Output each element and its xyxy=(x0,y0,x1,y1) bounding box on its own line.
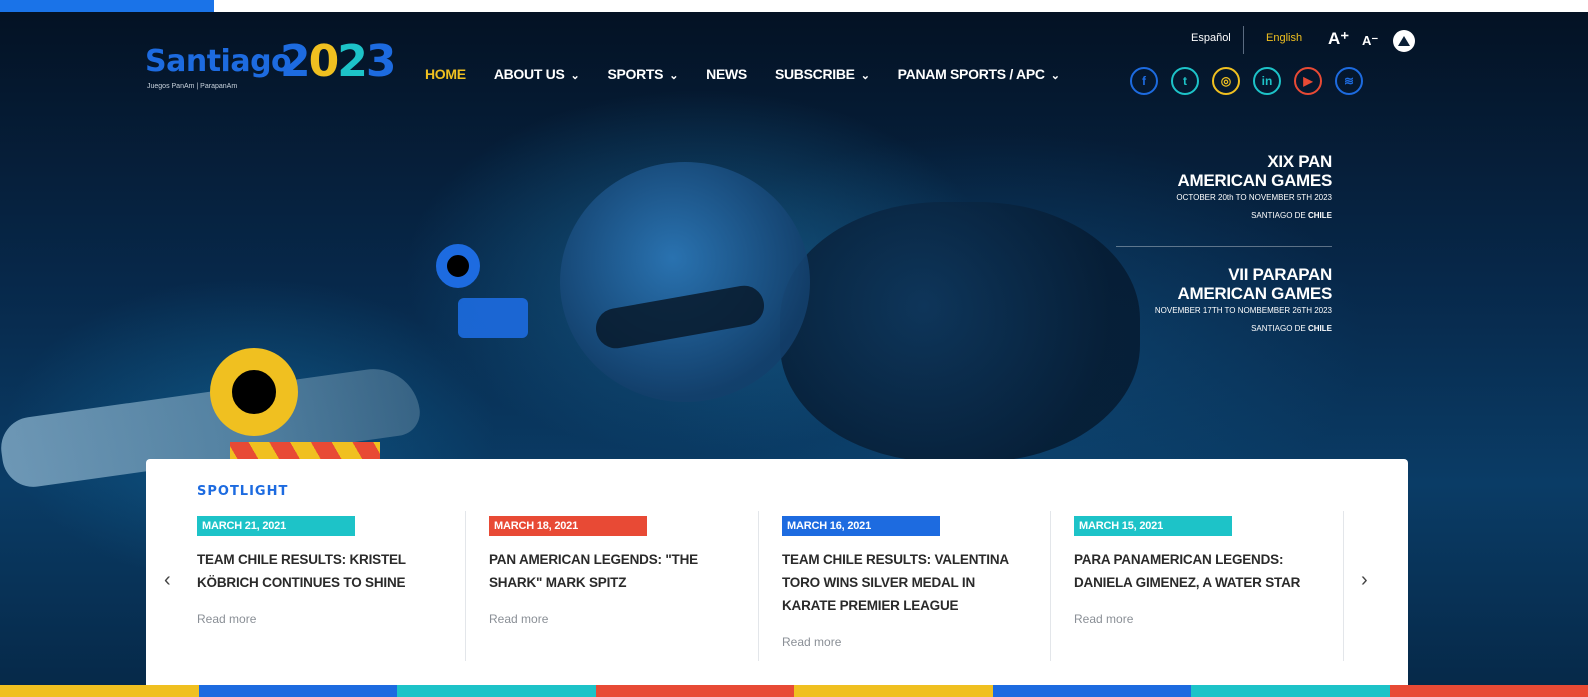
linkedin-icon[interactable]: in xyxy=(1253,67,1281,95)
santiago-2023-logo[interactable]: Santiago 2023 Juegos PanAm | ParapanAm xyxy=(145,36,400,102)
logo-digit: 2 xyxy=(337,36,368,87)
color-stripe xyxy=(595,685,794,697)
color-stripe xyxy=(992,685,1191,697)
color-stripe xyxy=(1191,685,1390,697)
news-card[interactable]: MARCH 15, 2021 PARA PANAMERICAN LEGENDS:… xyxy=(1074,516,1324,666)
read-more-link[interactable]: Read more xyxy=(782,635,1032,649)
event-place: SANTIAGO DE CHILE xyxy=(1176,210,1332,222)
chevron-down-icon: ⌄ xyxy=(669,70,679,82)
increase-font-button[interactable]: A⁺ xyxy=(1328,29,1349,49)
twitter-icon[interactable]: t xyxy=(1171,67,1199,95)
logo-word: Santiago xyxy=(145,44,292,79)
facebook-icon[interactable]: f xyxy=(1130,67,1158,95)
nav-item-home[interactable]: HOME xyxy=(425,66,466,82)
logo-digit: 0 xyxy=(308,36,340,87)
logo-tagline: Juegos PanAm | ParapanAm xyxy=(147,83,238,90)
read-more-link[interactable]: Read more xyxy=(489,612,739,626)
language-divider xyxy=(1243,26,1244,54)
top-accent-bar xyxy=(0,0,1588,12)
chevron-down-icon: ⌄ xyxy=(1050,70,1060,82)
event-title-line1: VII PARAPAN xyxy=(1228,265,1332,284)
event-title-line2: AMERICAN GAMES xyxy=(1177,284,1333,303)
parapan-american-games-info: VII PARAPAN AMERICAN GAMES NOVEMBER 17TH… xyxy=(1155,265,1332,335)
event-dates: OCTOBER 20th TO NOVEMBER 5TH 2023 xyxy=(1176,193,1332,202)
swimmer-head xyxy=(560,162,810,402)
logo-digit: 3 xyxy=(365,36,397,87)
site-header: Santiago 2023 Juegos PanAm | ParapanAm H… xyxy=(0,12,1588,112)
card-divider xyxy=(1050,511,1051,661)
nav-item-label: ABOUT US xyxy=(493,66,565,82)
pan-american-games-info: XIX PAN AMERICAN GAMES OCTOBER 20th TO N… xyxy=(1176,152,1332,222)
card-divider xyxy=(465,511,466,661)
color-stripe xyxy=(198,685,397,697)
nav-item-label: SPORTS xyxy=(607,66,664,82)
spotlight-section: SPOTLIGHT ‹ › MARCH 21, 2021 TEAM CHILE … xyxy=(146,459,1408,697)
date-badge: MARCH 21, 2021 xyxy=(197,516,355,536)
language-english-link[interactable]: English xyxy=(1266,32,1302,44)
instagram-icon[interactable]: ◎ xyxy=(1212,67,1240,95)
event-title-line1: XIX PAN xyxy=(1267,152,1332,171)
social-links: f t ◎ in ▶ ≋ xyxy=(1130,67,1376,95)
nav-item-news[interactable]: NEWS xyxy=(706,66,747,82)
event-title-line2: AMERICAN GAMES xyxy=(1177,171,1333,190)
youtube-icon[interactable]: ▶ xyxy=(1294,67,1322,95)
decorative-yellow-ring xyxy=(210,348,298,436)
color-stripe xyxy=(397,685,596,697)
color-stripe xyxy=(0,685,199,697)
nav-item-sports[interactable]: SPORTS ⌄ xyxy=(607,66,678,82)
news-title[interactable]: TEAM CHILE RESULTS: VALENTINA TORO WINS … xyxy=(782,548,1017,617)
top-accent-blue xyxy=(0,0,214,12)
bottom-color-stripes xyxy=(0,685,1588,697)
event-place-country: CHILE xyxy=(1308,324,1332,333)
news-card[interactable]: MARCH 16, 2021 TEAM CHILE RESULTS: VALEN… xyxy=(782,516,1032,666)
event-divider xyxy=(1116,246,1332,247)
event-dates: NOVEMBER 17TH TO NOMBEMBER 26TH 2023 xyxy=(1154,306,1332,315)
nav-item-label: SUBSCRIBE xyxy=(774,66,855,82)
date-badge: MARCH 15, 2021 xyxy=(1074,516,1232,536)
carousel-next-icon[interactable]: › xyxy=(1361,569,1368,592)
event-place-prefix: SANTIAGO DE xyxy=(1251,211,1308,220)
nav-item-panam-sports-apc[interactable]: PANAM SPORTS / APC ⌄ xyxy=(898,66,1060,82)
date-badge: MARCH 16, 2021 xyxy=(782,516,940,536)
news-card[interactable]: MARCH 21, 2021 TEAM CHILE RESULTS: KRIST… xyxy=(197,516,447,666)
nav-item-subscribe[interactable]: SUBSCRIBE ⌄ xyxy=(775,66,870,82)
chevron-down-icon: ⌄ xyxy=(570,70,580,82)
main-nav: HOME ABOUT US ⌄ SPORTS ⌄ NEWS SUBSCRIBE ⌄ PANAM … xyxy=(425,64,1088,84)
card-divider xyxy=(1343,511,1344,661)
event-place-country: CHILE xyxy=(1308,211,1332,220)
spotify-icon[interactable]: ≋ xyxy=(1335,67,1363,95)
read-more-link[interactable]: Read more xyxy=(197,612,447,626)
card-divider xyxy=(758,511,759,661)
date-badge: MARCH 18, 2021 xyxy=(489,516,647,536)
decorative-blue-shape xyxy=(458,298,528,338)
event-place-prefix: SANTIAGO DE xyxy=(1251,324,1308,333)
event-place: SANTIAGO DE CHILE xyxy=(1155,323,1332,335)
swimmer-body xyxy=(780,202,1140,462)
spotlight-title: SPOTLIGHT xyxy=(197,484,289,499)
nav-item-label: HOME xyxy=(425,66,466,82)
color-stripe xyxy=(794,685,993,697)
news-title[interactable]: TEAM CHILE RESULTS: KRISTEL KÖBRICH CONT… xyxy=(197,548,422,594)
language-spanish-link[interactable]: Español xyxy=(1191,32,1231,44)
nav-item-about-us[interactable]: ABOUT US ⌄ xyxy=(494,66,580,82)
color-stripe xyxy=(1389,685,1588,697)
read-more-link[interactable]: Read more xyxy=(1074,612,1324,626)
news-title[interactable]: PAN AMERICAN LEGENDS: "THE SHARK" MARK S… xyxy=(489,548,714,594)
nav-item-label: PANAM SPORTS / APC xyxy=(897,66,1045,82)
decorative-blue-ring xyxy=(436,244,480,288)
logo-year: 2023 xyxy=(280,36,397,87)
logo-digit: 2 xyxy=(280,36,311,87)
chevron-down-icon: ⌄ xyxy=(860,70,870,82)
decrease-font-button[interactable]: A⁻ xyxy=(1362,33,1378,49)
nav-item-label: NEWS xyxy=(706,66,747,82)
carousel-prev-icon[interactable]: ‹ xyxy=(164,569,171,592)
news-title[interactable]: PARA PANAMERICAN LEGENDS: DANIELA GIMENE… xyxy=(1074,548,1319,594)
news-card[interactable]: MARCH 18, 2021 PAN AMERICAN LEGENDS: "TH… xyxy=(489,516,739,666)
contrast-toggle-icon[interactable] xyxy=(1393,30,1415,52)
